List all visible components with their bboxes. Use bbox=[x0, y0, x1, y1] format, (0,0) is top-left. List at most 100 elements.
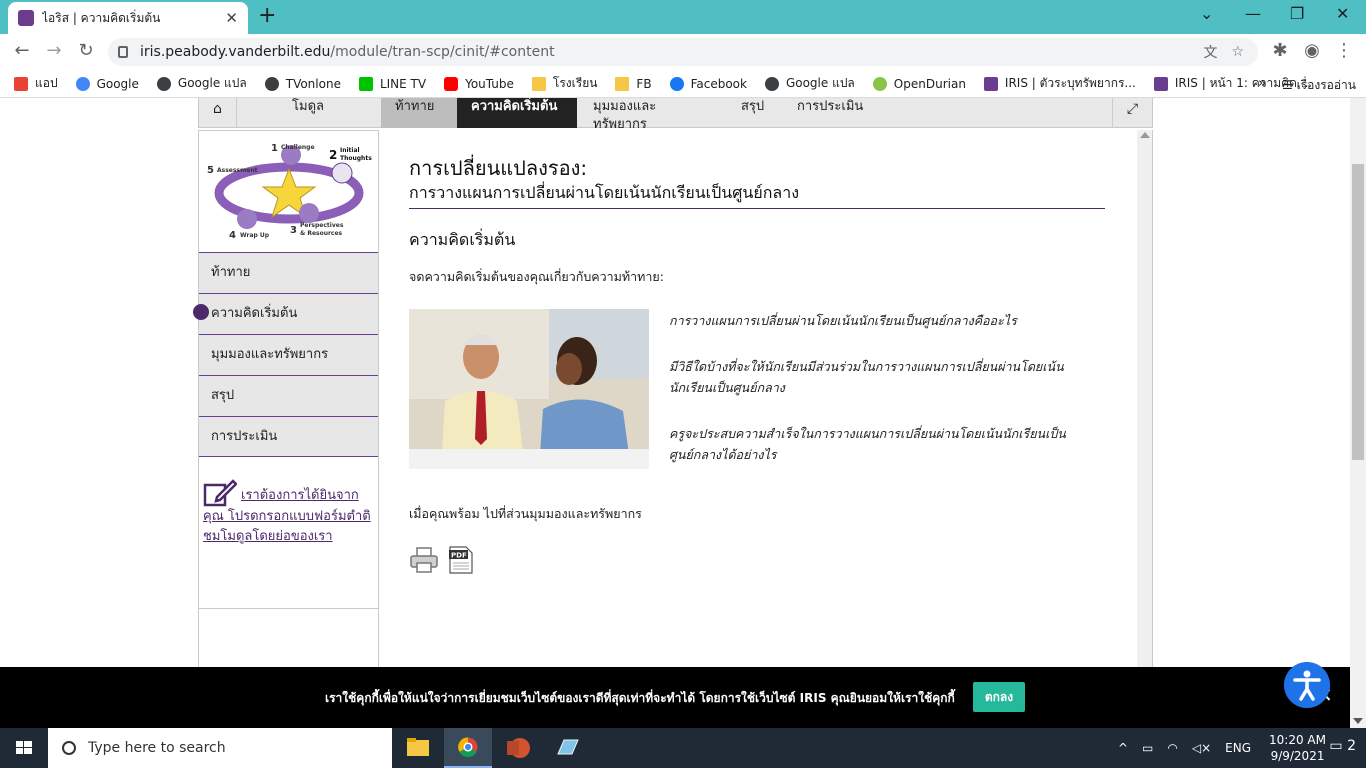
bookmark-google-translate-2[interactable]: Google แปล bbox=[764, 74, 855, 93]
wifi-icon[interactable]: ◠ bbox=[1167, 741, 1177, 755]
module-link[interactable]: โมดูล bbox=[237, 98, 379, 128]
content-scrollbar[interactable] bbox=[1137, 130, 1153, 728]
feedback-form-link[interactable]: เราต้องการได้ยินจากคุณ โปรดกรอกแบบฟอร์มต… bbox=[199, 457, 378, 609]
svg-text:PDF: PDF bbox=[451, 552, 467, 560]
lock-icon[interactable] bbox=[118, 46, 128, 58]
step-initial-thoughts[interactable]: ความคิดเริ่มต้น bbox=[457, 98, 577, 128]
page-scrollbar[interactable] bbox=[1350, 98, 1366, 728]
taskbar-search[interactable]: Type here to search bbox=[48, 728, 392, 768]
step-perspectives[interactable]: มุมมองและทรัพยากร bbox=[579, 98, 719, 132]
language-indicator[interactable]: ENG bbox=[1225, 741, 1251, 755]
browser-tab[interactable]: ไอริส | ความคิดเริ่มต้น ✕ bbox=[8, 2, 248, 34]
svg-text:Initial: Initial bbox=[340, 147, 360, 154]
url-text: iris.peabody.vanderbilt.edu/module/tran-… bbox=[140, 44, 555, 60]
iris-icon bbox=[1153, 76, 1168, 91]
svg-text:1: 1 bbox=[271, 143, 278, 154]
clock-time: 10:20 AM bbox=[1269, 733, 1326, 747]
reading-list-button[interactable]: ☰ เรื่องรออ่าน bbox=[1282, 76, 1356, 95]
scroll-up-arrow-icon[interactable] bbox=[1140, 132, 1150, 138]
clock[interactable]: 10:20 AM 9/9/2021 bbox=[1269, 732, 1326, 764]
forward-icon[interactable]: → bbox=[42, 40, 66, 61]
back-icon[interactable]: ← bbox=[10, 40, 34, 61]
sidebar-item-perspectives[interactable]: มุมมองและทรัพยากร bbox=[199, 334, 378, 375]
star-cycle-graphic: 1 Challenge 2 Initial Thoughts 3 Perspec… bbox=[207, 143, 372, 241]
bookmark-facebook[interactable]: Facebook bbox=[669, 76, 747, 91]
bookmark-iris-1[interactable]: IRIS | ตัวระบุทรัพยากร... bbox=[983, 74, 1136, 93]
sidebar-item-assessment[interactable]: การประเมิน bbox=[199, 416, 378, 457]
home-icon[interactable]: ⌂ bbox=[199, 98, 237, 128]
extensions-icon[interactable]: ✱ bbox=[1268, 40, 1292, 61]
svg-text:Wrap Up: Wrap Up bbox=[240, 232, 270, 239]
bookmarks-bar: แอป Google Google แปล TVonlone LINE TV Y… bbox=[0, 70, 1366, 98]
page-scrollbar-thumb[interactable] bbox=[1352, 164, 1364, 460]
file-explorer-icon[interactable] bbox=[394, 728, 442, 768]
bookmark-google[interactable]: Google bbox=[75, 76, 139, 91]
step-challenge[interactable]: ท้าทาย bbox=[381, 98, 457, 128]
minimize-button[interactable]: — bbox=[1245, 4, 1261, 23]
profile-avatar-icon[interactable]: ◉ bbox=[1300, 40, 1324, 61]
bookmark-google-translate[interactable]: Google แปล bbox=[156, 74, 247, 93]
teacher-student-photo bbox=[409, 309, 649, 469]
bookmark-folder-school[interactable]: โรงเรียน bbox=[531, 74, 597, 93]
bookmarks-overflow-button[interactable]: » bbox=[1258, 76, 1266, 91]
close-tab-icon[interactable]: ✕ bbox=[225, 9, 238, 27]
bookmark-line-tv[interactable]: LINE TV bbox=[358, 76, 426, 91]
module-sidebar: 1 Challenge 2 Initial Thoughts 3 Perspec… bbox=[193, 130, 379, 728]
chrome-taskbar-icon[interactable] bbox=[444, 728, 492, 768]
sidebar-item-challenge[interactable]: ท้าทาย bbox=[199, 252, 378, 293]
pdf-icon[interactable]: PDF bbox=[449, 546, 473, 574]
show-hidden-icons-icon[interactable]: ^ bbox=[1118, 741, 1128, 755]
scroll-down-arrow-icon[interactable] bbox=[1353, 718, 1363, 724]
globe-icon bbox=[156, 76, 171, 91]
print-icon[interactable] bbox=[409, 546, 439, 574]
sidebar-item-label: สรุป bbox=[211, 388, 235, 403]
module-step-nav: ⌂ โมดูล ท้าทาย ความคิดเริ่มต้น มุมมองและ… bbox=[198, 98, 1153, 132]
sidebar-item-wrap-up[interactable]: สรุป bbox=[199, 375, 378, 416]
tab-title: ไอริส | ความคิดเริ่มต้น bbox=[42, 10, 161, 25]
next-section-text: เมื่อคุณพร้อม ไปที่ส่วนมุมมองและทรัพยากร bbox=[409, 506, 642, 521]
bookmark-apps[interactable]: แอป bbox=[14, 74, 58, 93]
browser-tab-strip: ไอริส | ความคิดเริ่มต้น ✕ + ⌄ — ❐ ✕ bbox=[0, 0, 1366, 34]
facebook-icon bbox=[669, 76, 684, 91]
sidebar-item-initial-thoughts[interactable]: ความคิดเริ่มต้น bbox=[193, 293, 378, 334]
address-bar[interactable]: iris.peabody.vanderbilt.edu/module/tran-… bbox=[108, 38, 1258, 66]
question-2: มีวิธีใดบ้างที่จะให้นักเรียนมีส่วนร่วมใน… bbox=[669, 359, 1064, 395]
notifications-icon: ▭ bbox=[1329, 738, 1343, 754]
close-window-button[interactable]: ✕ bbox=[1336, 4, 1349, 23]
folder-icon bbox=[615, 76, 630, 91]
folder-icon bbox=[531, 76, 546, 91]
step-wrap-up[interactable]: สรุป bbox=[727, 98, 787, 128]
bookmark-youtube[interactable]: YouTube bbox=[444, 76, 514, 91]
volume-muted-icon[interactable]: ◁× bbox=[1192, 741, 1211, 755]
page-title: การเปลี่ยนแปลงรอง: bbox=[409, 156, 588, 180]
step-assessment[interactable]: การประเมิน bbox=[783, 98, 883, 128]
restore-button[interactable]: ❐ bbox=[1290, 4, 1304, 23]
bookmark-star-icon[interactable]: ☆ bbox=[1231, 44, 1244, 60]
new-tab-button[interactable]: + bbox=[258, 4, 276, 28]
battery-icon[interactable]: ▭ bbox=[1142, 741, 1153, 755]
accessibility-icon[interactable] bbox=[1284, 662, 1330, 708]
notifications-button[interactable]: ▭ 2 bbox=[1329, 738, 1356, 754]
browser-toolbar: ← → ↻ iris.peabody.vanderbilt.edu/module… bbox=[0, 34, 1366, 70]
powerpoint-icon[interactable] bbox=[494, 728, 542, 768]
cookie-message: เราใช้คุกกี้เพื่อให้แน่ใจว่าการเยี่ยมชมเ… bbox=[325, 691, 955, 705]
windows-start-icon[interactable] bbox=[0, 728, 48, 768]
translate-icon[interactable]: 文 bbox=[1203, 42, 1217, 62]
svg-text:3: 3 bbox=[290, 225, 297, 236]
bookmark-folder-fb[interactable]: FB bbox=[615, 76, 652, 91]
page-subtitle: การวางแผนการเปลี่ยนผ่านโดยเน้นนักเรียนเป… bbox=[409, 183, 799, 202]
cookie-accept-button[interactable]: ตกลง bbox=[973, 682, 1025, 712]
tab-search-icon[interactable]: ⌄ bbox=[1200, 4, 1213, 23]
reload-icon[interactable]: ↻ bbox=[74, 40, 98, 61]
bookmark-tvonlone[interactable]: TVonlone bbox=[264, 76, 341, 91]
search-icon bbox=[62, 741, 76, 755]
expand-icon[interactable]: ⤢ bbox=[1112, 98, 1152, 128]
system-tray: ^ ▭ ◠ ◁× ENG 10:20 AM 9/9/2021 bbox=[1104, 728, 1326, 768]
notepad-app-icon[interactable] bbox=[544, 728, 592, 768]
svg-text:Thoughts: Thoughts bbox=[340, 155, 372, 162]
page-viewport: ⌂ โมดูล ท้าทาย ความคิดเริ่มต้น มุมมองและ… bbox=[0, 98, 1366, 728]
sidebar-item-label: ท้าทาย bbox=[211, 265, 251, 280]
bookmark-opendurian[interactable]: OpenDurian bbox=[872, 76, 966, 91]
sidebar-item-label: การประเมิน bbox=[211, 429, 278, 444]
browser-menu-icon[interactable]: ⋮ bbox=[1332, 40, 1356, 61]
